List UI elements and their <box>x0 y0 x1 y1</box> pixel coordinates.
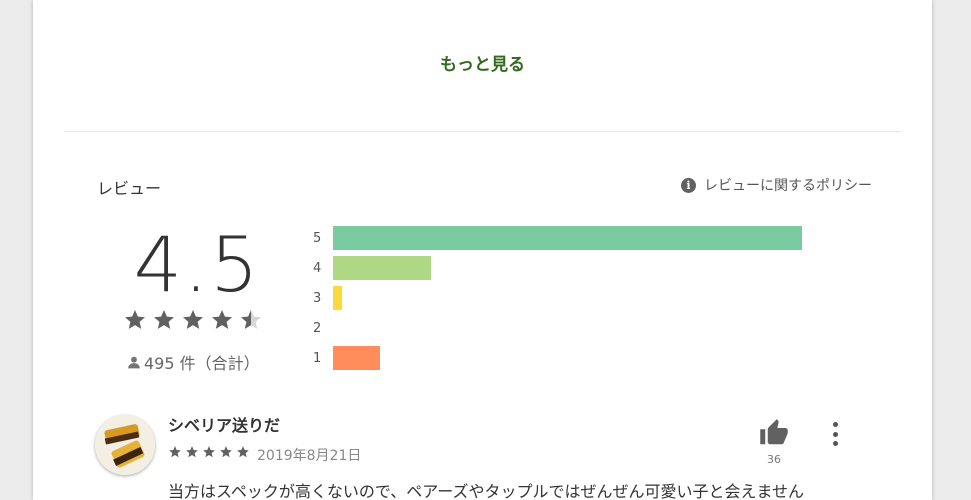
review-count: 495 件（合計） <box>127 350 260 374</box>
average-rating: 4.5 <box>133 220 261 309</box>
histogram-bar <box>333 256 431 280</box>
dot <box>832 422 838 427</box>
review-policy-label: レビューに関するポリシー <box>704 178 872 194</box>
histogram-label: 4 <box>313 260 322 276</box>
reviewer-name: シベリア送りだ <box>168 416 281 435</box>
review-date: 2019年8月21日 <box>257 448 362 464</box>
dot <box>832 441 838 446</box>
reviewer-avatar <box>95 415 155 475</box>
histogram-row-4: 4 <box>313 256 431 280</box>
thumbs-up-icon[interactable] <box>759 418 789 448</box>
star-icon <box>237 446 249 458</box>
star-icon <box>212 310 232 329</box>
histogram-label: 1 <box>313 350 322 366</box>
show-more-link[interactable]: もっと見る <box>33 50 932 75</box>
histogram-bar <box>333 226 802 250</box>
review-policy-link[interactable]: i レビューに関するポリシー <box>681 175 872 195</box>
half-star-icon <box>241 310 261 329</box>
histogram-label: 3 <box>313 290 322 306</box>
info-icon: i <box>681 177 696 193</box>
star-icon <box>186 446 198 458</box>
review-text: 当方はスペックが高くないので、ペアーズやタップルではぜんぜん可愛い子と会えません <box>168 482 805 500</box>
review-count-text: 495 件（合計） <box>144 354 260 373</box>
person-icon <box>128 356 140 369</box>
histogram-label: 2 <box>313 320 322 336</box>
more-options-button[interactable] <box>825 420 845 448</box>
star-icon <box>203 446 215 458</box>
histogram-label: 5 <box>313 230 322 246</box>
histogram-bar <box>333 346 380 370</box>
average-stars <box>123 308 263 332</box>
divider <box>64 131 901 132</box>
reviews-card: もっと見る レビュー i レビューに関するポリシー 4.5 495 件（合計） … <box>33 0 932 500</box>
star-icon <box>125 310 145 329</box>
histogram-row-3: 3 <box>313 286 342 310</box>
histogram-row-2: 2 <box>313 316 333 340</box>
histogram-bar <box>333 286 342 310</box>
star-icon <box>183 310 203 329</box>
review-stars <box>168 445 250 459</box>
reviews-title: レビュー <box>97 179 162 198</box>
star-icon <box>169 446 181 458</box>
star-icon <box>154 310 174 329</box>
helpful-count: 36 <box>767 453 781 466</box>
histogram-row-5: 5 <box>313 226 802 250</box>
dot <box>832 431 838 437</box>
star-icon <box>220 446 232 458</box>
histogram-row-1: 1 <box>313 346 380 370</box>
